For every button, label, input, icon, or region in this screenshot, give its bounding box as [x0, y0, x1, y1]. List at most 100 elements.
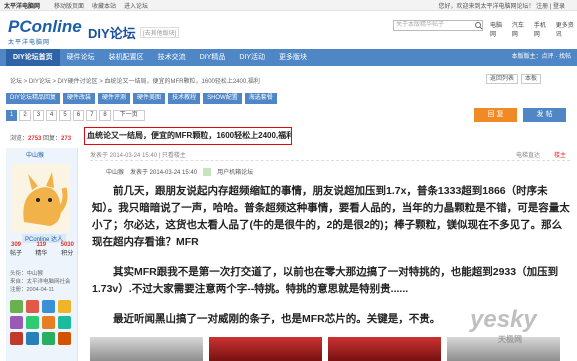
thread-stats: 浏览：2753 回复：273 — [10, 133, 80, 145]
ram-photo[interactable] — [328, 337, 441, 361]
author-name[interactable]: 中山猴 — [106, 167, 124, 176]
author-row: 中山猴 发表于 2014-03-24 15:40 用户机箱论坛 — [106, 167, 253, 176]
badge-icon[interactable] — [58, 332, 71, 345]
post-paragraph: 其实MFR跟我不是第一次打交道了，以前也在零大那边搞了一对特挑的，也能超到293… — [92, 266, 559, 295]
new-post-button[interactable]: 发 帖 — [523, 108, 566, 122]
post-photos — [90, 337, 560, 361]
page-5[interactable]: 5 — [59, 110, 71, 121]
user-stats: 309 帖子 119 精华 5030 积分 — [10, 242, 74, 257]
site-title[interactable]: DIY论坛 — [88, 23, 136, 42]
badge-icon[interactable] — [42, 332, 55, 345]
thread-actions: 回 复 发 帖 — [474, 108, 566, 122]
user-stat-digest[interactable]: 119 精华 — [35, 242, 47, 257]
badge-icon[interactable] — [10, 300, 23, 313]
stat-label: 积分 — [61, 251, 74, 257]
badge-icon[interactable] — [26, 316, 39, 329]
next-page-button[interactable]: 下一页 — [112, 110, 145, 121]
user-stat-points[interactable]: 5030 积分 — [61, 242, 74, 257]
pagination: 1 2 3 4 5 6 7 8 下一页 — [6, 110, 145, 121]
nav-more-boards[interactable]: 更多版块 — [272, 49, 314, 66]
site-header: PConline 太平洋电脑网 DIY论坛 [去其他版块] 关于本版精华帖子 电… — [0, 11, 577, 49]
page-3[interactable]: 3 — [32, 110, 45, 121]
top-link-forum[interactable]: 进入论坛 — [124, 1, 148, 10]
post-meta-text: 发表于 2014-03-24 15:40 | 只看楼主 — [90, 153, 186, 159]
tool-bar: DIY论坛精品回复 硬件改装 硬件评测 硬件美图 技术教程 SHOW配置 海选套… — [6, 93, 277, 104]
back-to-list-button[interactable]: 返回列表 — [486, 74, 519, 84]
floor-jump[interactable]: 电梯直达 — [516, 150, 540, 159]
post-meta-bar: 发表于 2014-03-24 15:40 | 只看楼主 电梯直达 楼主 — [90, 150, 570, 161]
search-icon[interactable] — [474, 20, 483, 31]
replies-label: 回复： — [41, 136, 62, 142]
nav-moderator[interactable]: 本版版主：点评 · 找帖 — [505, 49, 577, 66]
user-info: 头衔：中山猴 来自：太平洋电脑网社会 注册：2004-04-11 — [10, 270, 71, 294]
nav-tech[interactable]: 技术交流 — [151, 49, 193, 66]
main-nav: DIY论坛首页 硬件论坛 装机配置区 技术交流 DIY精品 DIY活动 更多版块… — [0, 49, 577, 66]
top-brand[interactable]: 太平洋电脑网 — [4, 1, 40, 10]
user-name[interactable]: 中山猴 — [26, 150, 44, 159]
views-count: 2753 — [28, 136, 42, 142]
replies-count: 273 — [61, 136, 72, 142]
watermark-logo: yesky — [470, 306, 537, 333]
pconline-logo[interactable]: PConline 太平洋电脑网 — [8, 17, 82, 46]
nav-pc[interactable]: 电脑网 — [490, 20, 506, 38]
header-nav: 电脑网 汽车网 手机网 更多资讯 — [490, 20, 577, 38]
top-link-favorite[interactable]: 收藏本站 — [92, 1, 116, 10]
logo-cn-text: 太平洋电脑网 — [8, 40, 51, 46]
user-registered: 注册：2004-04-11 — [10, 287, 55, 293]
author-group[interactable]: 用户机箱论坛 — [217, 167, 253, 176]
board-select[interactable]: 本板 — [521, 74, 542, 84]
page-1[interactable]: 1 — [6, 110, 18, 121]
badge-icon[interactable] — [26, 332, 39, 345]
top-link-mobile[interactable]: 移动版页面 — [54, 1, 84, 10]
post-date: 发表于 2014-03-24 15:40 — [130, 170, 198, 176]
group-icon — [203, 167, 212, 176]
tool-package[interactable]: 海选套餐 — [244, 93, 277, 104]
views-label: 浏览： — [10, 136, 29, 142]
avatar[interactable] — [12, 164, 70, 232]
tool-photos[interactable]: 硬件美图 — [133, 93, 166, 104]
breadcrumb[interactable]: 论坛 > DIY论坛 > DIY硬件讨论区 > 血统论又一结局，便宜的MFR颗粒… — [10, 76, 260, 85]
other-board-link[interactable]: [去其他版块] — [140, 27, 180, 38]
badge-icon[interactable] — [10, 332, 23, 345]
badge-icon[interactable] — [42, 316, 55, 329]
nav-diy-home[interactable]: DIY论坛首页 — [6, 49, 60, 66]
user-from: 来自：太平洋电脑网社会 — [10, 279, 71, 285]
badge-icon[interactable] — [42, 300, 55, 313]
page-6[interactable]: 6 — [72, 110, 85, 121]
nav-events[interactable]: DIY活动 — [232, 49, 272, 66]
post-paragraph: 前几天，跟朋友说起内存超频缩缸的事情，朋友说超加压到1.7x，普条1333超到1… — [92, 185, 570, 248]
nav-build[interactable]: 装机配置区 — [102, 49, 151, 66]
user-stat-posts[interactable]: 309 帖子 — [10, 242, 22, 257]
stat-label: 帖子 — [10, 251, 23, 257]
page-4[interactable]: 4 — [46, 110, 58, 121]
badge-icon[interactable] — [26, 300, 39, 313]
nav-hardware[interactable]: 硬件论坛 — [60, 49, 102, 66]
page-7[interactable]: 7 — [86, 110, 98, 121]
logo-main-text: PConline — [8, 17, 82, 36]
tool-tutorial[interactable]: 技术教程 — [168, 93, 201, 104]
tool-mod[interactable]: 硬件改装 — [63, 93, 96, 104]
badge-icon[interactable] — [58, 300, 71, 313]
nav-featured[interactable]: DIY精品 — [193, 49, 233, 66]
nav-more[interactable]: 更多资讯 — [556, 20, 577, 38]
nav-mobile[interactable]: 手机网 — [534, 20, 550, 38]
ram-photo[interactable] — [209, 337, 322, 361]
badge-icon[interactable] — [10, 316, 23, 329]
user-badges — [10, 300, 74, 345]
thread-title: 血统论又一结局，便宜的MFR颗粒，1600轻松上2400,福利 — [84, 127, 292, 145]
watermark-sub: 天极网 — [498, 335, 522, 344]
ram-photo[interactable] — [90, 337, 203, 361]
tool-featured[interactable]: DIY论坛精品回复 — [6, 93, 61, 104]
page-8[interactable]: 8 — [99, 110, 111, 121]
tool-show[interactable]: SHOW配置 — [203, 93, 242, 104]
badge-icon[interactable] — [58, 316, 71, 329]
reply-button[interactable]: 回 复 — [474, 108, 517, 122]
page-2[interactable]: 2 — [19, 110, 31, 121]
nav-auto[interactable]: 汽车网 — [512, 20, 528, 38]
search-input[interactable]: 关于本版精华帖子 — [393, 20, 483, 31]
top-login-text[interactable]: 您好，欢迎来到太平洋电脑网论坛！ 注册 | 登录 — [438, 1, 565, 10]
user-title: 头衔：中山猴 — [10, 271, 44, 277]
stat-label: 精华 — [35, 251, 48, 257]
crumb-actions: 返回列表 本板 — [486, 74, 542, 84]
tool-review[interactable]: 硬件评测 — [98, 93, 131, 104]
